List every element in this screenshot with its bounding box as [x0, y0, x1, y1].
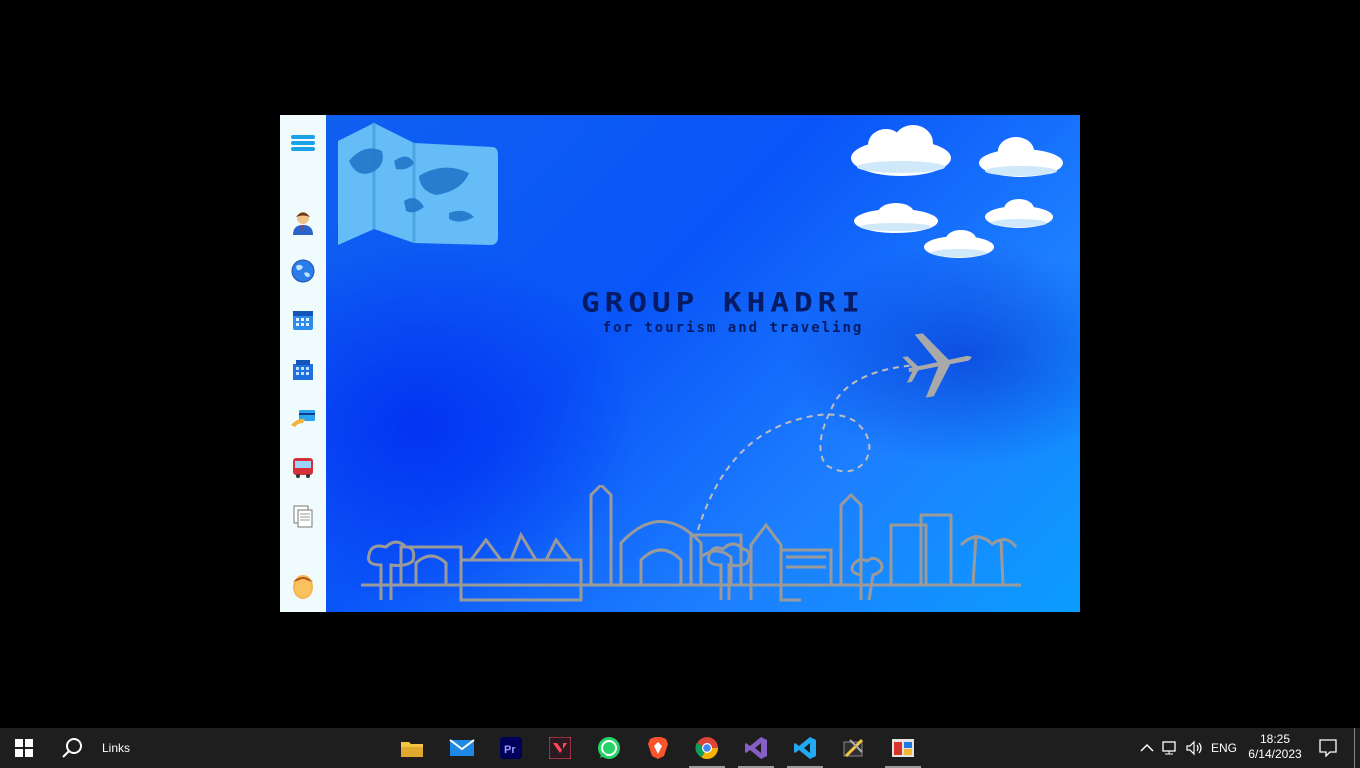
search-icon: [62, 738, 82, 758]
clock-time: 18:25: [1259, 732, 1291, 746]
documents-icon: [293, 505, 313, 528]
vscode-icon: [794, 737, 816, 759]
hotels-button[interactable]: [285, 351, 321, 387]
whatsapp-icon: [598, 737, 620, 759]
svg-text:Pr: Pr: [504, 744, 516, 756]
taskbar-tool[interactable]: [832, 728, 876, 768]
taskbar-whatsapp[interactable]: [587, 728, 631, 768]
chrome-icon: [695, 737, 718, 759]
mail-icon: [449, 739, 475, 756]
valorant-icon: [549, 737, 571, 759]
app-icon: [892, 739, 914, 757]
reports-button[interactable]: [285, 498, 321, 534]
taskbar-premiere[interactable]: Pr: [489, 728, 533, 768]
profile-button[interactable]: [285, 568, 321, 604]
file-explorer-icon: [401, 742, 423, 757]
menu-button[interactable]: [285, 125, 321, 161]
brand-title: GROUP KHADRI: [581, 287, 865, 319]
language-indicator[interactable]: ENG: [1208, 728, 1240, 768]
brave-icon: [648, 737, 668, 759]
start-button[interactable]: [0, 728, 48, 768]
show-hidden-icons[interactable]: [1136, 728, 1158, 768]
premiere-pro-icon: Pr: [500, 737, 522, 759]
hamburger-menu-icon: [291, 135, 315, 151]
volume-icon: [1186, 740, 1202, 756]
clock[interactable]: 18:25 6/14/2023: [1240, 728, 1310, 768]
taskbar-chrome[interactable]: [685, 728, 729, 768]
notification-center[interactable]: [1312, 728, 1344, 768]
sidebar: [280, 115, 326, 612]
visual-studio-icon: [745, 737, 767, 759]
tool-icon: [843, 738, 864, 758]
globe-icon: [291, 259, 315, 283]
notification-icon: [1319, 739, 1337, 757]
calendar-button[interactable]: [285, 302, 321, 338]
credit-card-icon: [291, 410, 315, 427]
windows-logo-icon: [15, 739, 33, 757]
taskbar-valorant[interactable]: [538, 728, 582, 768]
app-window: GROUP KHADRI for tourism and traveling: [280, 115, 1080, 612]
building-icon: [293, 360, 313, 380]
taskbar-file-explorer[interactable]: [390, 728, 434, 768]
user-icon: [293, 212, 313, 235]
avatar-icon: [293, 575, 313, 599]
network-tray[interactable]: [1160, 728, 1182, 768]
taskbar: Links Pr ENG 18:25 6/14/2023: [0, 728, 1360, 768]
clouds-illustration: [851, 125, 1063, 258]
map-icon: [338, 123, 498, 245]
transport-button[interactable]: [285, 449, 321, 485]
payments-button[interactable]: [285, 400, 321, 436]
show-desktop-button[interactable]: [1354, 728, 1355, 768]
taskbar-vscode[interactable]: [783, 728, 827, 768]
chevron-up-icon: [1140, 743, 1154, 752]
destinations-button[interactable]: [285, 253, 321, 289]
calendar-icon: [293, 311, 313, 330]
main-panel: GROUP KHADRI for tourism and traveling: [326, 115, 1080, 612]
volume-tray[interactable]: [1183, 728, 1207, 768]
search-button[interactable]: [50, 728, 94, 768]
taskbar-visual-studio[interactable]: [734, 728, 778, 768]
clock-date: 6/14/2023: [1248, 747, 1302, 761]
taskbar-app[interactable]: [881, 728, 925, 768]
taskbar-mail[interactable]: [440, 728, 484, 768]
bus-icon: [293, 458, 313, 478]
search-label[interactable]: Links: [96, 728, 136, 768]
users-button[interactable]: [285, 205, 321, 241]
city-skyline-illustration: [361, 485, 1021, 602]
network-icon: [1162, 741, 1176, 755]
taskbar-brave[interactable]: [636, 728, 680, 768]
